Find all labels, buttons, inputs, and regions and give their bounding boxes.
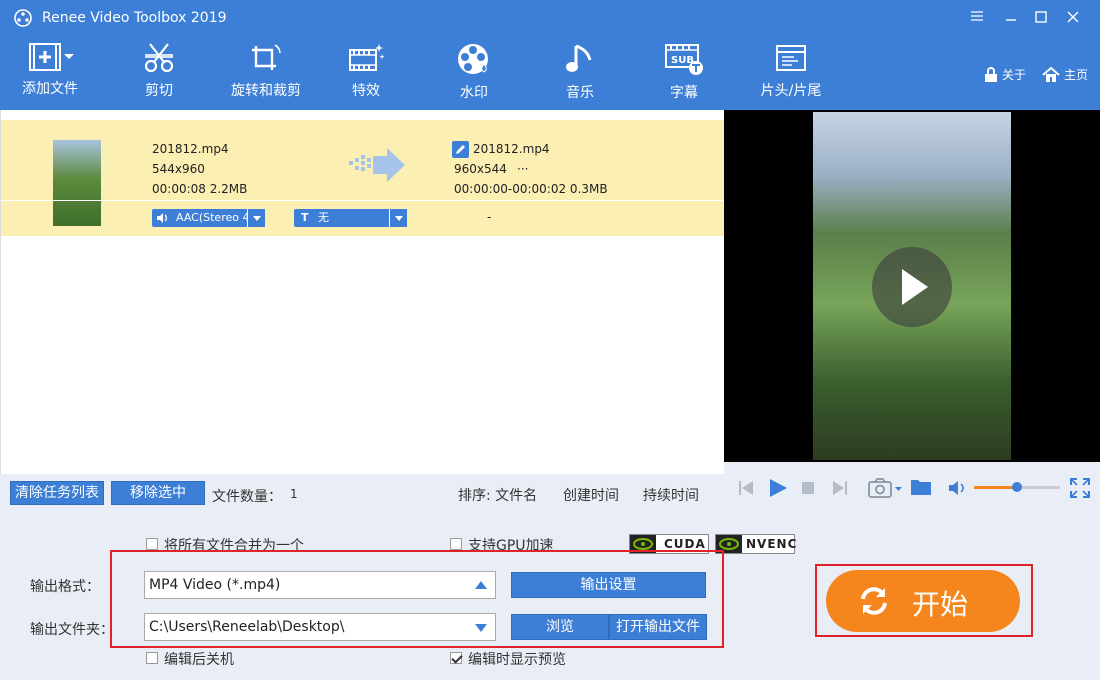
subtitle-track-select[interactable]: T 无 bbox=[294, 209, 407, 227]
output-folder-label: 输出文件夹： bbox=[30, 622, 114, 638]
menu-icon[interactable] bbox=[966, 8, 988, 28]
stop-icon[interactable] bbox=[802, 482, 814, 494]
cut-label: 剪切 bbox=[145, 83, 173, 99]
output-resolution: 960x544 bbox=[454, 162, 507, 176]
show-preview-label: 编辑时显示预览 bbox=[468, 652, 566, 668]
about-link[interactable]: 关于 bbox=[984, 66, 1026, 83]
fullscreen-icon[interactable] bbox=[1070, 478, 1090, 498]
nvenc-label: NVENC bbox=[746, 537, 798, 551]
add-file-button[interactable]: 添加文件 bbox=[18, 42, 82, 104]
subtitle-icon: SUB bbox=[665, 44, 703, 75]
source-file-name: 201812.mp4 bbox=[152, 142, 229, 156]
source-meta: 00:00:08 2.2MB bbox=[152, 182, 248, 196]
shutdown-checkbox[interactable] bbox=[146, 652, 158, 664]
play-control-icon[interactable] bbox=[768, 478, 788, 498]
play-overlay-button[interactable] bbox=[872, 247, 952, 327]
show-preview-checkbox[interactable] bbox=[450, 652, 462, 664]
clear-list-button[interactable]: 清除任务列表 bbox=[10, 481, 104, 505]
merge-files-checkbox[interactable] bbox=[146, 538, 158, 550]
audio-track-select[interactable]: AAC(Stereo 4 bbox=[152, 209, 265, 227]
audio-dropdown-icon bbox=[247, 209, 265, 227]
volume-icon[interactable] bbox=[948, 480, 966, 496]
main-toolbar: 添加文件 剪切 旋转和裁剪 特效 水印 音乐 SUB 字幕 片头/片尾 关于 主… bbox=[0, 36, 1100, 110]
video-preview[interactable] bbox=[724, 110, 1100, 462]
window-title: Renee Video Toolbox 2019 bbox=[42, 10, 227, 26]
sort-by-created[interactable]: 创建时间 bbox=[563, 485, 619, 505]
sort-by-duration[interactable]: 持续时间 bbox=[643, 485, 699, 505]
output-meta: 00:00:00-00:00:02 0.3MB bbox=[454, 182, 608, 196]
file-count-value: 1 bbox=[290, 487, 298, 501]
cut-button[interactable]: 剪切 bbox=[130, 42, 188, 104]
play-icon bbox=[902, 269, 928, 305]
home-icon bbox=[1042, 66, 1060, 82]
next-icon[interactable] bbox=[832, 480, 848, 496]
file-row[interactable]: 201812.mp4 544x960 00:00:08 2.2MB 201812… bbox=[1, 120, 725, 236]
home-link[interactable]: 主页 bbox=[1042, 66, 1088, 83]
file-list: 201812.mp4 544x960 00:00:08 2.2MB 201812… bbox=[0, 110, 725, 474]
subtitle-track-value: 无 bbox=[318, 211, 329, 224]
subtitle-button[interactable]: SUB 字幕 bbox=[660, 42, 708, 104]
music-label: 音乐 bbox=[566, 85, 594, 101]
minimize-icon[interactable] bbox=[1000, 8, 1022, 28]
effects-label: 特效 bbox=[352, 83, 380, 99]
about-label: 关于 bbox=[1002, 68, 1027, 82]
watermark-label: 水印 bbox=[460, 85, 488, 101]
effects-icon bbox=[349, 44, 385, 71]
app-logo-icon bbox=[14, 9, 32, 27]
title-bar: Renee Video Toolbox 2019 bbox=[0, 0, 1100, 36]
rotate-crop-icon bbox=[252, 44, 281, 70]
file-count-label: 文件数量： bbox=[212, 489, 282, 505]
text-icon: T bbox=[301, 211, 309, 224]
subtitle-dropdown-icon bbox=[389, 209, 407, 227]
snapshot-camera-icon[interactable] bbox=[868, 477, 904, 499]
music-button[interactable]: 音乐 bbox=[560, 42, 600, 104]
intro-outro-button[interactable]: 片头/片尾 bbox=[756, 42, 826, 104]
start-highlight-frame bbox=[815, 564, 1033, 637]
volume-handle[interactable] bbox=[1012, 482, 1022, 492]
effects-button[interactable]: 特效 bbox=[342, 42, 390, 104]
audio-track-value: AAC(Stereo 4 bbox=[176, 211, 250, 224]
output-format-label: 输出格式： bbox=[30, 579, 100, 595]
open-folder-icon[interactable] bbox=[910, 478, 932, 496]
output-highlight-frame bbox=[110, 550, 724, 648]
nvenc-badge: NVENC bbox=[715, 534, 798, 554]
home-label: 主页 bbox=[1064, 68, 1089, 82]
lock-icon bbox=[985, 66, 997, 82]
add-file-label: 添加文件 bbox=[22, 81, 78, 97]
sort-by-name[interactable]: 排序: 文件名 bbox=[458, 485, 537, 505]
video-thumbnail bbox=[53, 140, 101, 226]
cut-icon bbox=[144, 43, 174, 73]
convert-arrow-icon bbox=[349, 148, 405, 182]
row-divider bbox=[1, 200, 725, 201]
speaker-icon bbox=[157, 213, 167, 223]
gpu-accel-checkbox[interactable] bbox=[450, 538, 462, 550]
source-resolution: 544x960 bbox=[152, 162, 205, 176]
previous-icon[interactable] bbox=[738, 480, 754, 496]
list-action-bar: 清除任务列表 移除选中 文件数量： 1 排序: 文件名 创建时间 持续时间 bbox=[0, 474, 724, 514]
remove-selected-button[interactable]: 移除选中 bbox=[111, 481, 205, 505]
volume-slider[interactable] bbox=[974, 482, 1060, 492]
maximize-icon[interactable] bbox=[1030, 8, 1052, 28]
music-note-icon bbox=[566, 44, 592, 72]
close-icon[interactable] bbox=[1062, 8, 1084, 28]
rotate-crop-button[interactable]: 旋转和裁剪 bbox=[226, 42, 306, 104]
shutdown-label: 编辑后关机 bbox=[164, 652, 234, 668]
intro-outro-label: 片头/片尾 bbox=[760, 83, 822, 99]
empty-value: - bbox=[487, 210, 492, 224]
player-controls bbox=[724, 462, 1100, 514]
output-file-name: 201812.mp4 bbox=[473, 142, 550, 156]
rotate-crop-label: 旋转和裁剪 bbox=[231, 83, 301, 99]
watermark-icon bbox=[458, 44, 488, 74]
output-more[interactable]: ··· bbox=[517, 162, 528, 176]
edit-output-icon[interactable] bbox=[452, 141, 469, 158]
volume-level bbox=[974, 486, 1016, 489]
watermark-button[interactable]: 水印 bbox=[452, 42, 496, 104]
subtitle-label: 字幕 bbox=[670, 85, 698, 101]
intro-outro-icon bbox=[776, 45, 806, 71]
add-file-icon bbox=[29, 43, 74, 71]
